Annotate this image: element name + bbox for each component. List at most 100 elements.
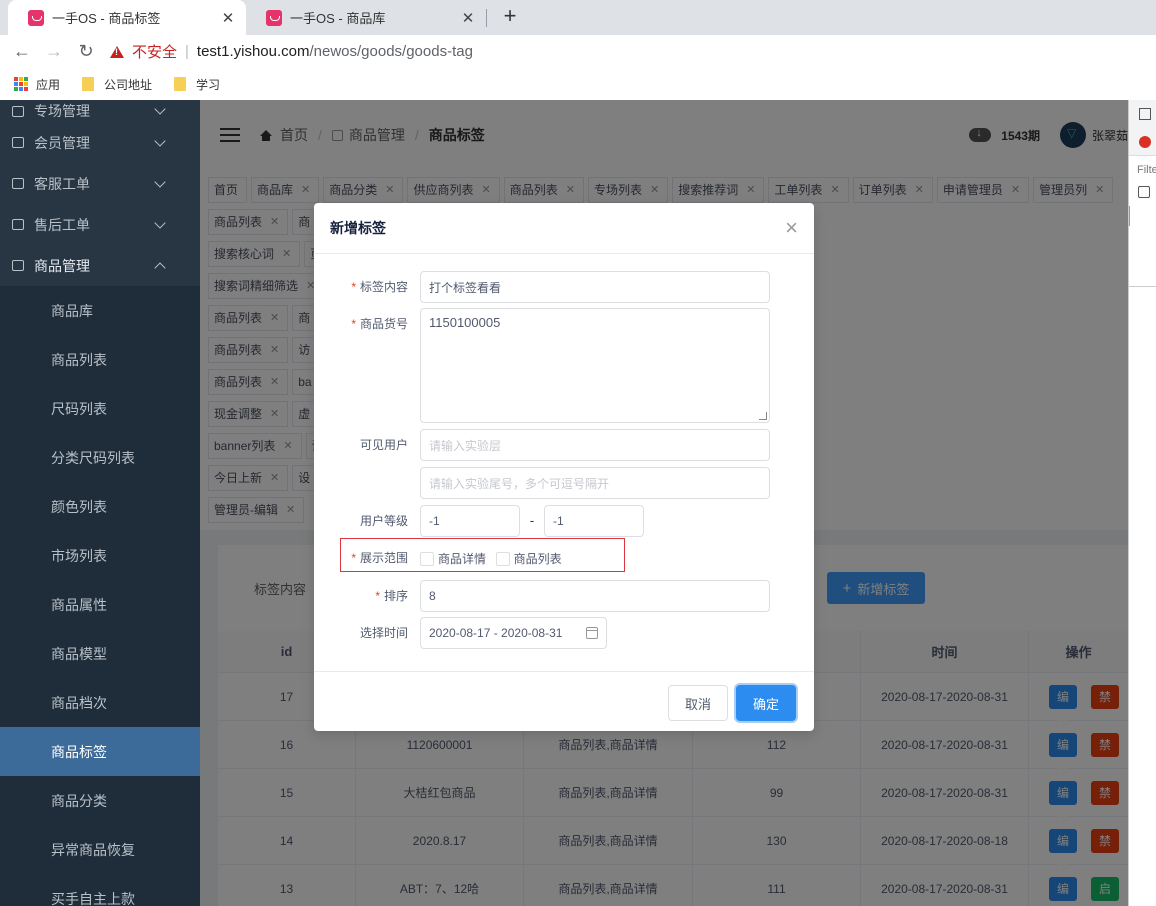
sidebar-item[interactable]: 商品属性 (0, 580, 200, 629)
omnibox[interactable]: 不安全 | test1.yishou.com/newos/goods/goods… (110, 38, 473, 66)
goods-no-textarea[interactable]: 1150100005 (420, 308, 770, 423)
sidebar-item[interactable]: 买手自主上款 (0, 874, 200, 906)
experiment-tail-input[interactable]: 请输入实验尾号，多个可逗号隔开 (420, 467, 770, 499)
app-favicon-icon (266, 9, 282, 26)
goods-no-value: 1150100005 (429, 315, 501, 330)
devtools-checkbox[interactable] (1138, 186, 1150, 198)
field-label: * 排序 (314, 580, 420, 612)
date-range-value: 2020-08-17 - 2020-08-31 (429, 626, 563, 640)
sidebar: 专场管理 会员管理 客服工单 售后工单 商品管理 商品库 商品列表 尺码列表 分… (0, 100, 200, 906)
chevron-down-icon (154, 216, 166, 229)
checkbox-label[interactable]: 商品详情 (438, 552, 486, 566)
browser-tabbar: 一手OS - 商品标签 ✕ 一手OS - 商品库 ✕ + (0, 0, 1156, 35)
app-favicon-icon (28, 9, 44, 26)
bookmark-label: 应用 (36, 77, 61, 92)
field-label: * 展示范围 (314, 542, 420, 574)
sidebar-group-label: 专场管理 (34, 103, 90, 119)
user-level-min-input[interactable]: -1 (420, 505, 520, 537)
browser-tab[interactable]: 一手OS - 商品库 ✕ (246, 0, 486, 35)
sidebar-item[interactable]: 商品模型 (0, 629, 200, 678)
form-row-user-level: 用户等级 -1 - -1 (314, 505, 644, 537)
cancel-button[interactable]: 取消 (668, 685, 728, 721)
field-label: * 商品货号 (314, 308, 420, 340)
sidebar-group-label: 售后工单 (34, 216, 90, 233)
devtools-cursor-line (1129, 206, 1130, 226)
form-row-goods-no: * 商品货号 1150100005 (314, 308, 770, 423)
sidebar-item[interactable]: 商品分类 (0, 776, 200, 825)
reload-icon[interactable]: ↻ (70, 41, 102, 62)
sidebar-group-open[interactable]: 商品管理 (0, 245, 200, 286)
resize-grip-icon[interactable] (759, 412, 767, 420)
field-label-text: 标签内容 (359, 280, 408, 294)
required-mark: * (351, 280, 356, 294)
address-bar: ← → ↻ 不安全 | test1.yishou.com/newos/goods… (0, 35, 1156, 68)
bookmark-folder[interactable]: 学习 (168, 76, 220, 93)
bookmark-label: 公司地址 (104, 77, 153, 92)
field-label: * 标签内容 (314, 271, 420, 303)
sort-input[interactable]: 8 (420, 580, 770, 612)
apps-grid-icon (14, 77, 28, 91)
form-row-visible-users-2: 请输入实验尾号，多个可逗号隔开 (314, 467, 770, 499)
sidebar-item[interactable]: 市场列表 (0, 531, 200, 580)
modal-header: 新增标签 × (314, 203, 814, 254)
warning-icon (110, 45, 124, 58)
sidebar-item[interactable]: 商品库 (0, 286, 200, 335)
new-tab-button[interactable]: + (497, 4, 523, 30)
checkbox-goods-detail[interactable] (420, 551, 434, 566)
field-label-text: 排序 (383, 589, 408, 603)
checkbox-label[interactable]: 商品列表 (514, 552, 562, 566)
devtools-filter-label[interactable]: Filte (1137, 164, 1156, 176)
form-row-sort: * 排序 8 (314, 580, 770, 612)
forward-arrow-icon[interactable]: → (38, 41, 70, 62)
insecure-label[interactable]: 不安全 (132, 41, 177, 62)
back-arrow-icon[interactable]: ← (6, 41, 38, 62)
confirm-button[interactable]: 确定 (736, 685, 796, 721)
users-icon (12, 137, 24, 148)
sidebar-item[interactable]: 异常商品恢复 (0, 825, 200, 874)
modal-footer: 取消 确定 (314, 671, 814, 731)
add-tag-modal: 新增标签 × * 标签内容 打个标签看看 * 商品货号 1150100005 可见用… (314, 203, 814, 731)
bookmark-folder[interactable]: 公司地址 (76, 76, 152, 93)
checkbox-goods-list[interactable] (495, 551, 510, 566)
chevron-up-icon (154, 261, 166, 274)
display-scope-group: 商品详情 商品列表 (420, 542, 568, 575)
url-text[interactable]: test1.yishou.com/newos/goods/goods-tag (197, 43, 473, 60)
close-icon[interactable]: × (785, 217, 798, 239)
url-path: /newos/goods/goods-tag (309, 43, 473, 60)
experiment-layer-input[interactable]: 请输入实验层 (420, 429, 770, 461)
folder-icon (82, 77, 95, 91)
sidebar-group[interactable]: 专场管理 (0, 100, 200, 122)
tab-title: 一手OS - 商品库 (290, 11, 386, 26)
sidebar-item-active[interactable]: 商品标签 (0, 727, 200, 776)
sidebar-item[interactable]: 商品列表 (0, 335, 200, 384)
sidebar-item[interactable]: 尺码列表 (0, 384, 200, 433)
chevron-down-icon (154, 134, 166, 147)
url-host: test1.yishou.com (196, 43, 310, 60)
user-level-max-input[interactable]: -1 (544, 505, 644, 537)
field-label: 可见用户 (359, 438, 408, 452)
folder-icon (174, 77, 187, 91)
required-mark: * (351, 551, 356, 565)
sidebar-group[interactable]: 客服工单 (0, 163, 200, 204)
sidebar-group[interactable]: 会员管理 (0, 122, 200, 163)
sidebar-item[interactable]: 分类尺码列表 (0, 433, 200, 482)
form-row-tag-content: * 标签内容 打个标签看看 (314, 271, 770, 303)
browser-tab-active[interactable]: 一手OS - 商品标签 ✕ (8, 0, 246, 35)
sidebar-item[interactable]: 颜色列表 (0, 482, 200, 531)
close-tab-icon[interactable]: ✕ (460, 9, 476, 27)
record-icon[interactable] (1139, 136, 1151, 148)
sidebar-item[interactable]: 商品档次 (0, 678, 200, 727)
devtools-divider (1129, 286, 1156, 287)
close-tab-icon[interactable]: ✕ (220, 9, 236, 27)
tab-title: 一手OS - 商品标签 (52, 11, 161, 26)
sidebar-group[interactable]: 售后工单 (0, 204, 200, 245)
date-range-picker[interactable]: 2020-08-17 - 2020-08-31 (420, 617, 607, 649)
shirt-icon (12, 260, 24, 271)
tab-divider (486, 9, 487, 27)
bookmark-apps[interactable]: 应用 (14, 76, 60, 93)
form-row-visible-users: 可见用户 请输入实验层 (314, 429, 770, 461)
field-label: 选择时间 (359, 626, 408, 640)
omnibox-separator: | (185, 43, 189, 60)
inspect-cursor-icon[interactable] (1139, 108, 1151, 120)
tag-content-input[interactable]: 打个标签看看 (420, 271, 770, 303)
